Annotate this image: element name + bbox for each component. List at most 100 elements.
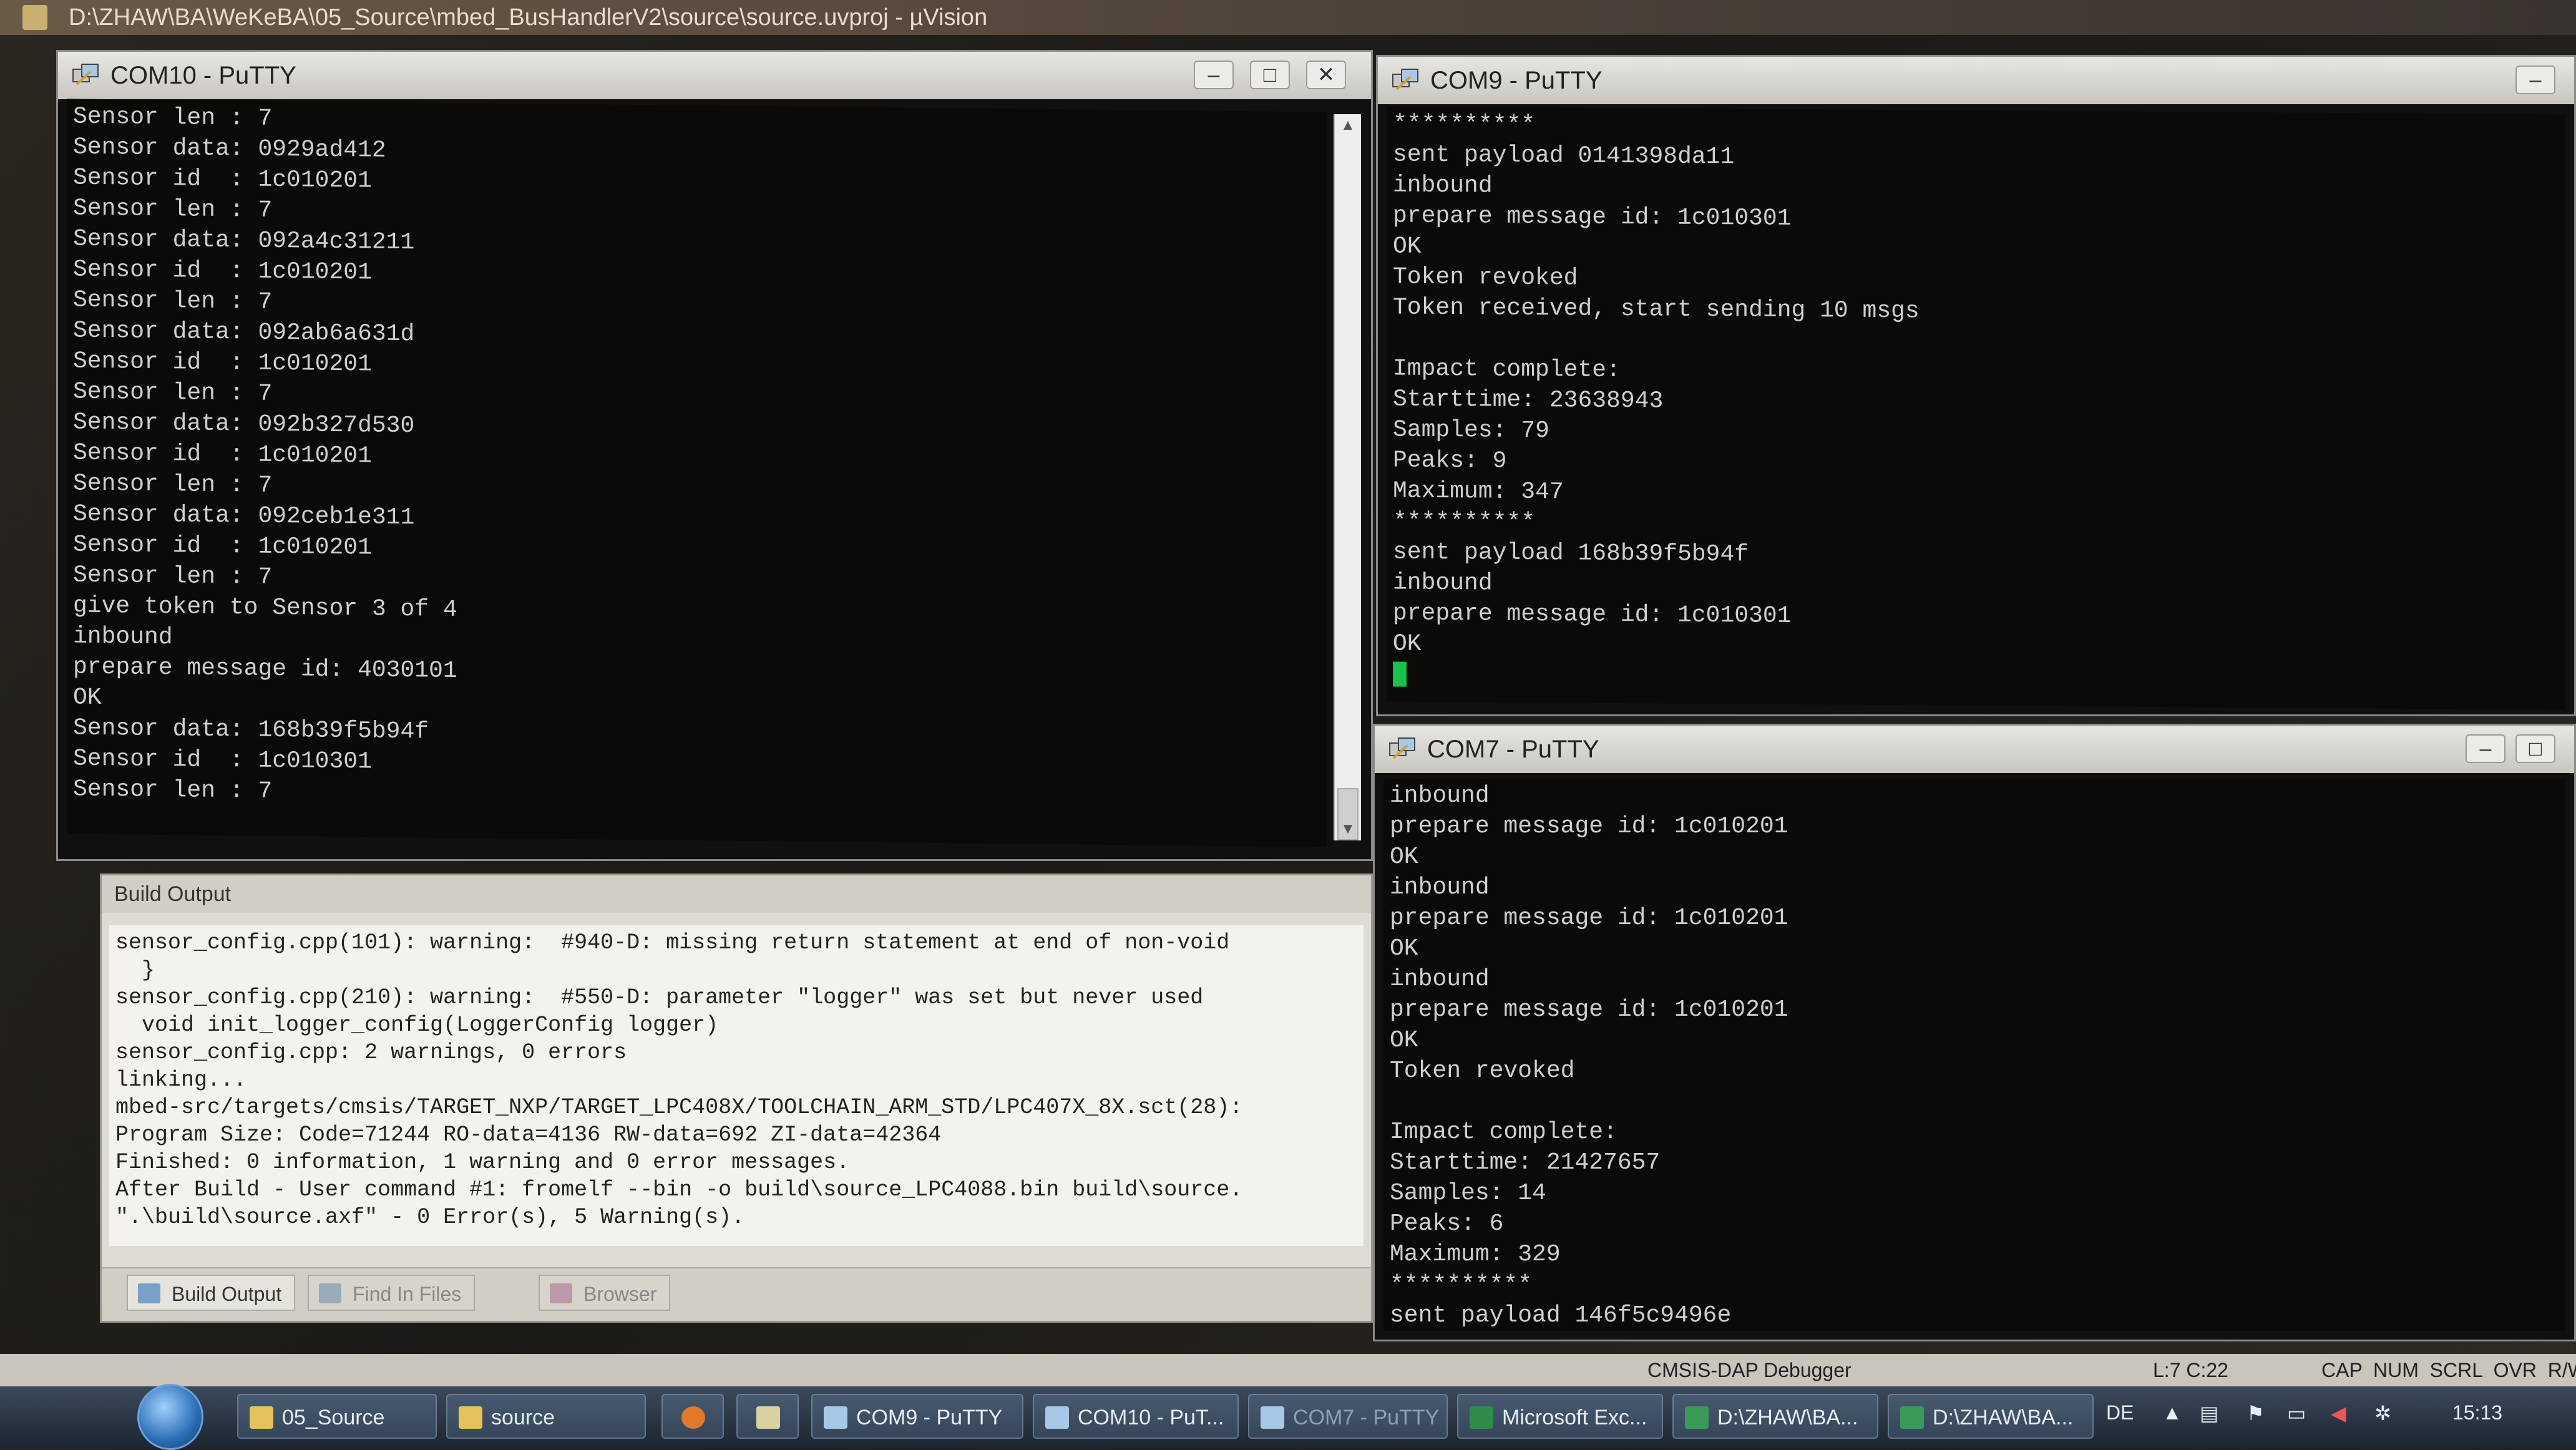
network-icon[interactable]: ▤ <box>2200 1401 2218 1425</box>
clock[interactable]: 15:13 <box>2452 1401 2502 1424</box>
com7-title-bar[interactable]: COM7 - PuTTY – □ <box>1375 726 2574 773</box>
start-button[interactable] <box>137 1384 203 1450</box>
taskbar-label: Microsoft Exc... <box>1502 1406 1647 1429</box>
com7-putty-window[interactable]: COM7 - PuTTY – □ inbound prepare message … <box>1373 724 2576 1341</box>
keyboard-indicators: CAP NUM SCRL OVR R/W <box>2321 1359 2576 1381</box>
taskbar-item-uvision-2[interactable]: D:\ZHAW\BA... <box>1888 1394 2094 1439</box>
terminal-cursor <box>1393 661 1407 687</box>
tab-label: Browser <box>583 1283 657 1305</box>
language-indicator[interactable]: DE <box>2106 1401 2134 1424</box>
putty-icon <box>824 1406 847 1429</box>
taskbar-label: COM7 - PuTTY <box>1293 1406 1440 1429</box>
taskbar-label: COM10 - PuT... <box>1078 1406 1224 1429</box>
display-icon[interactable]: ▭ <box>2287 1401 2306 1425</box>
build-output-line: After Build - User command #1: fromelf -… <box>115 1177 1243 1202</box>
terminal-line: ********** <box>1390 1272 1533 1298</box>
terminal-line: prepare message id: 1c010201 <box>1390 905 1788 932</box>
taskbar-label: 05_Source <box>282 1406 385 1429</box>
terminal-lines: Sensor len : 7 Sensor data: 0929ad412 Sens… <box>73 102 1321 818</box>
taskbar-item-com7[interactable]: COM7 - PuTTY <box>1248 1394 1448 1439</box>
main-window-title: D:\ZHAW\BA\WeKeBA\05_Source\mbed_BusHand… <box>69 4 988 31</box>
taskbar-item-source[interactable]: source <box>446 1394 646 1439</box>
minimize-button[interactable]: – <box>2466 734 2505 763</box>
terminal-line: Peaks: 6 <box>1390 1210 1504 1237</box>
uvision-icon <box>1685 1406 1709 1429</box>
close-button[interactable]: ✕ <box>1306 61 1346 89</box>
main-window-title-bar[interactable]: D:\ZHAW\BA\WeKeBA\05_Source\mbed_BusHand… <box>0 0 2576 35</box>
build-output-line: mbed-src/targets/cmsis/TARGET_NXP/TARGET… <box>115 1095 1243 1120</box>
maximize-button[interactable]: □ <box>2515 734 2555 763</box>
tab-label: Build Output <box>172 1283 282 1305</box>
browser-icon <box>550 1283 572 1303</box>
uvision-icon <box>1900 1406 1924 1429</box>
com9-putty-window[interactable]: COM9 - PuTTY – ********** sent payload 01… <box>1376 55 2576 716</box>
com10-putty-window[interactable]: COM10 - PuTTY – □ ✕ Sensor len : 7 Sensor… <box>56 50 1373 861</box>
volume-icon[interactable]: ◀ <box>2331 1401 2346 1425</box>
build-output-line: Program Size: Code=71244 RO-data=4136 RW… <box>115 1122 942 1147</box>
uvision-status-bar: CMSIS-DAP Debugger L:7 C:22 CAP NUM SCRL… <box>0 1354 2576 1386</box>
build-output-text[interactable]: sensor_config.cpp(101): warning: #940-D:… <box>109 925 1364 1246</box>
tab-label: Find In Files <box>353 1283 462 1305</box>
com10-title: COM10 - PuTTY <box>110 62 296 89</box>
putty-icon <box>1045 1406 1069 1429</box>
com10-scrollbar[interactable]: ▲ ▼ <box>1334 114 1361 840</box>
build-output-lines: sensor_config.cpp(101): warning: #940-D:… <box>115 929 1357 1231</box>
maximize-button[interactable]: □ <box>1250 61 1290 89</box>
build-output-line: sensor_config.cpp(210): warning: #550-D:… <box>115 985 1204 1010</box>
build-output-line: sensor_config.cpp: 2 warnings, 0 errors <box>115 1040 627 1065</box>
com10-terminal[interactable]: Sensor len : 7 Sensor data: 0929ad412 Sens… <box>67 99 1327 847</box>
scroll-up-icon[interactable]: ▲ <box>1335 117 1361 134</box>
com9-title-bar[interactable]: COM9 - PuTTY – <box>1378 57 2574 104</box>
terminal-line: OK <box>1390 1027 1418 1054</box>
excel-icon <box>1470 1406 1493 1429</box>
flag-icon[interactable]: ⚑ <box>2247 1401 2265 1425</box>
com9-terminal[interactable]: ********** sent payload 0141398da11 inboun… <box>1387 106 2565 710</box>
build-output-line: ".\build\source.axf" - 0 Error(s), 5 War… <box>115 1205 745 1230</box>
terminal-line: Samples: 14 <box>1390 1180 1546 1207</box>
taskbar-label: COM9 - PuTTY <box>856 1406 1003 1429</box>
terminal-line: inbound <box>1390 966 1490 993</box>
settings-icon[interactable]: ✲ <box>2374 1401 2391 1425</box>
taskbar-item-excel[interactable]: Microsoft Exc... <box>1457 1394 1663 1439</box>
build-output-icon <box>138 1283 160 1303</box>
minimize-button[interactable]: – <box>2515 66 2555 94</box>
terminal-line: prepare message id: 1c010201 <box>1390 996 1788 1023</box>
cursor-position: L:7 C:22 <box>2153 1359 2228 1381</box>
tab-find-in-files[interactable]: Find In Files <box>308 1275 476 1311</box>
panel-tab-strip: Build Output Find In Files Browser <box>102 1267 1371 1321</box>
folder-icon <box>250 1406 273 1429</box>
windows-taskbar: 05_Source source COM9 - PuTTY COM10 - Pu… <box>0 1384 2576 1450</box>
taskbar-label: D:\ZHAW\BA... <box>1933 1406 2074 1429</box>
com7-terminal[interactable]: inbound prepare message id: 1c010201 OK inb… <box>1383 779 2565 1331</box>
minimize-button[interactable]: – <box>1194 61 1234 89</box>
com9-title: COM9 - PuTTY <box>1430 67 1603 94</box>
terminal-line: Maximum: 329 <box>1390 1241 1561 1268</box>
terminal-lines: inbound prepare message id: 1c010201 OK inb… <box>1390 782 2559 1331</box>
taskbar-item-browser[interactable] <box>661 1394 724 1439</box>
build-output-panel[interactable]: Build Output sensor_config.cpp(101): war… <box>100 873 1373 1323</box>
tray-expand-icon[interactable]: ▲ <box>2162 1401 2182 1424</box>
terminal-line: Impact complete: <box>1390 1119 1617 1146</box>
uvision-app-icon <box>22 5 47 30</box>
taskbar-item-05-source[interactable]: 05_Source <box>237 1394 437 1439</box>
taskbar-item-com10[interactable]: COM10 - PuT... <box>1033 1394 1239 1439</box>
taskbar-item-uvision-1[interactable]: D:\ZHAW\BA... <box>1672 1394 1878 1439</box>
terminal-lines: ********** sent payload 0141398da11 inboun… <box>1393 109 2559 667</box>
taskbar-label: source <box>491 1406 555 1429</box>
taskbar-item-notepad[interactable] <box>736 1394 799 1439</box>
folder-icon <box>459 1406 482 1429</box>
putty-icon <box>1389 737 1415 759</box>
scroll-down-icon[interactable]: ▼ <box>1335 820 1361 838</box>
taskbar-item-com9[interactable]: COM9 - PuTTY <box>811 1394 1023 1439</box>
tab-browser[interactable]: Browser <box>539 1275 671 1311</box>
tab-build-output[interactable]: Build Output <box>127 1275 296 1311</box>
putty-icon <box>72 64 99 85</box>
terminal-line: OK <box>1390 935 1418 962</box>
terminal-line: sent payload 146f5c9496e <box>1390 1302 1732 1329</box>
terminal-line: Starttime: 21427657 <box>1390 1149 1661 1176</box>
putty-icon <box>1392 69 1418 90</box>
build-output-line: sensor_config.cpp(101): warning: #940-D:… <box>115 930 1230 955</box>
terminal-line: inbound <box>1390 874 1490 901</box>
com10-title-bar[interactable]: COM10 - PuTTY – □ ✕ <box>58 52 1371 99</box>
terminal-line: prepare message id: 1c010201 <box>1390 813 1788 840</box>
